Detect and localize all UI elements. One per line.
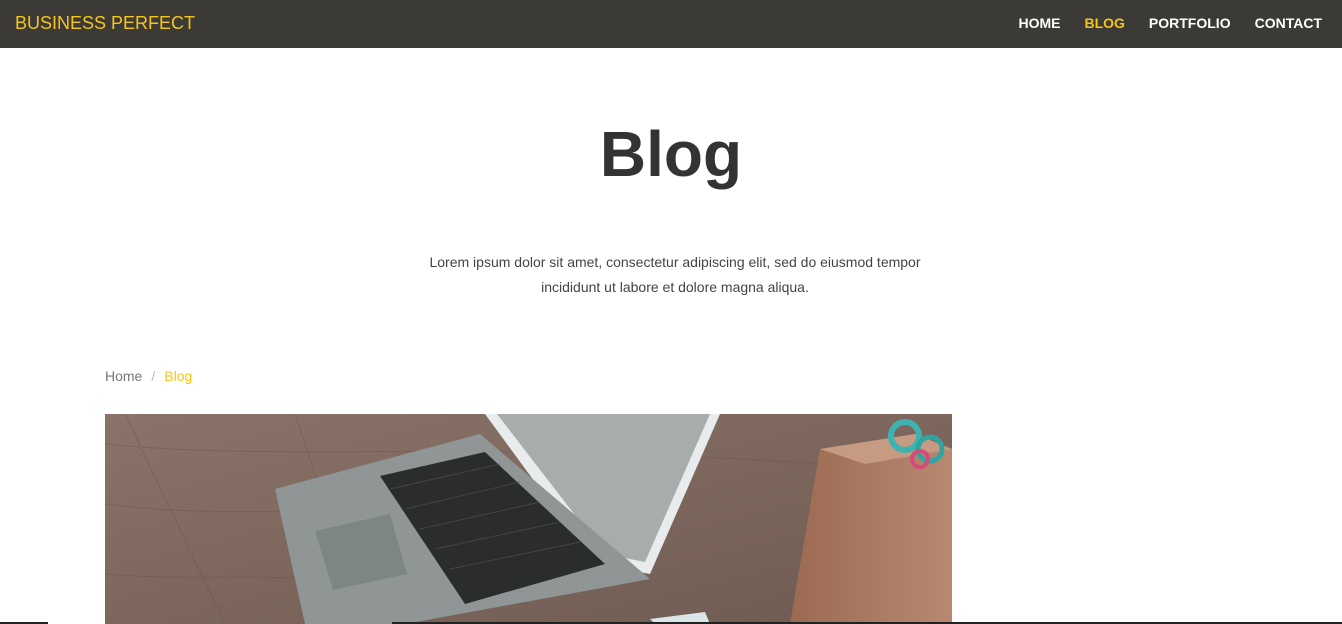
page-subtitle: Lorem ipsum dolor sit amet, consectetur … xyxy=(411,250,939,300)
main-nav: HOME BLOG PORTFOLIO CONTACT xyxy=(1018,14,1322,32)
breadcrumb-current: Blog xyxy=(164,368,193,384)
page-subtitle-line-1: Lorem ipsum dolor sit amet, consectetur … xyxy=(429,254,921,270)
nav-link-contact[interactable]: CONTACT xyxy=(1255,14,1322,32)
navbar: BUSINESS PERFECT HOME BLOG PORTFOLIO CON… xyxy=(0,0,1342,48)
nav-link-home[interactable]: HOME xyxy=(1018,14,1060,32)
laptop-desk-photo xyxy=(105,414,952,624)
breadcrumb-home-link[interactable]: Home xyxy=(105,367,142,385)
breadcrumb: Home / Blog xyxy=(105,367,192,385)
page-title: Blog xyxy=(599,118,743,190)
breadcrumb-separator: / xyxy=(151,368,156,384)
nav-link-portfolio[interactable]: PORTFOLIO xyxy=(1149,14,1231,32)
page-subtitle-line-2: incididunt ut labore et dolore magna ali… xyxy=(541,279,809,295)
nav-link-blog[interactable]: BLOG xyxy=(1084,14,1124,32)
post-featured-image[interactable] xyxy=(105,414,952,624)
brand-logo-link[interactable]: BUSINESS PERFECT xyxy=(15,12,195,34)
